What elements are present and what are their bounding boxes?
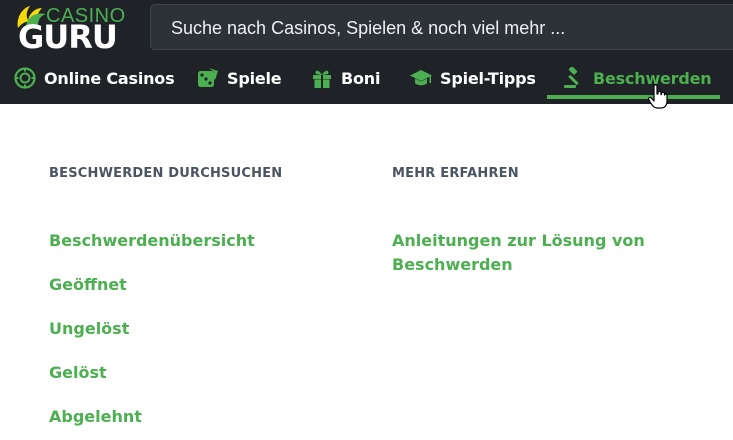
nav-label: Online Casinos (44, 68, 175, 88)
column-heading: BESCHWERDEN DURCHSUCHEN (49, 166, 283, 181)
link-anleitungen[interactable]: Anleitungen zur Lösung von Beschwerden (392, 229, 662, 277)
graduation-cap-icon (410, 70, 432, 86)
link-list: Anleitungen zur Lösung von Beschwerden (392, 229, 662, 277)
casino-chip-icon (14, 67, 36, 89)
nav-item-online-casinos[interactable]: Online Casinos (14, 56, 175, 100)
dice-icon (198, 68, 218, 87)
site-header: CASINO GURU Suche nach Casinos, Spielen … (0, 0, 733, 104)
gift-icon (313, 70, 331, 88)
search-input[interactable]: Suche nach Casinos, Spielen & noch viel … (150, 4, 733, 50)
link-abgelehnt[interactable]: Abgelehnt (49, 405, 282, 429)
hand-pointer-cursor-icon (648, 84, 668, 109)
nav-item-spiel-tipps[interactable]: Spiel-Tipps (410, 56, 536, 100)
dropdown-column-browse: BESCHWERDEN DURCHSUCHEN Beschwerdenübers… (49, 166, 282, 440)
link-beschwerdenuebersicht[interactable]: Beschwerdenübersicht (49, 229, 282, 253)
dropdown-column-learn-more: MEHR ERFAHREN Anleitungen zur Lösung von… (392, 166, 662, 297)
nav-label: Spiele (227, 68, 282, 88)
nav-label: Boni (341, 68, 381, 88)
column-heading: MEHR ERFAHREN (392, 166, 519, 181)
nav-item-spiele[interactable]: Spiele (197, 56, 282, 100)
logo-guru-text: GURU (18, 18, 118, 56)
search-placeholder: Suche nach Casinos, Spielen & noch viel … (171, 18, 566, 38)
casino-guru-logo[interactable]: CASINO GURU (10, 4, 138, 56)
main-nav: Online Casinos Spiele Boni Spiel-Tipps B… (0, 56, 733, 100)
link-list: Beschwerdenübersicht Geöffnet Ungelöst G… (49, 229, 282, 429)
nav-label: Spiel-Tipps (440, 68, 536, 88)
link-ungeloest[interactable]: Ungelöst (49, 317, 282, 341)
nav-item-beschwerden[interactable]: Beschwerden (563, 56, 712, 100)
nav-item-boni[interactable]: Boni (311, 56, 380, 100)
nav-active-indicator (547, 95, 720, 99)
gavel-icon (564, 67, 579, 88)
link-geloest[interactable]: Gelöst (49, 361, 282, 385)
link-geoeffnet[interactable]: Geöffnet (49, 273, 282, 297)
